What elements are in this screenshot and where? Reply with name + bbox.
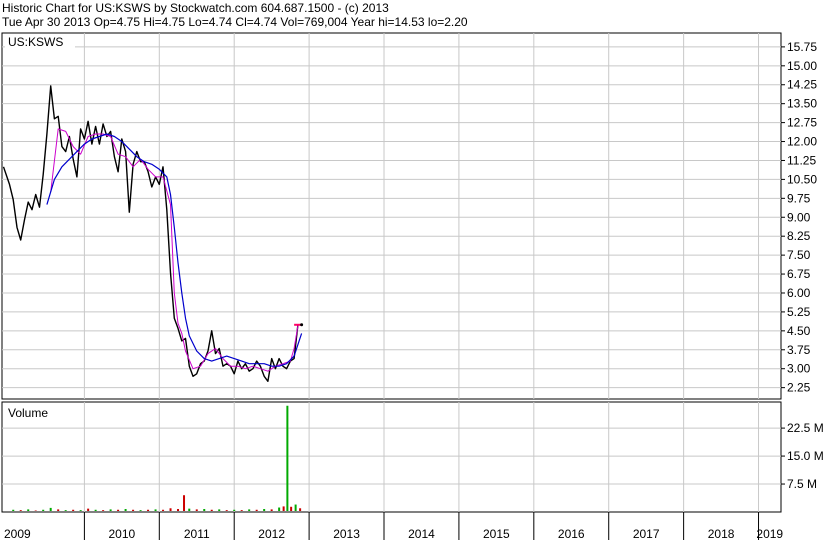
- y-tick-label: 11.25: [787, 153, 816, 167]
- x-tick-label: 2012: [258, 527, 285, 541]
- y-tick-label: 9.75: [787, 191, 811, 205]
- volume-tick-label: 15.0 M: [787, 449, 824, 463]
- y-tick-label: 9.00: [787, 210, 811, 224]
- price-panel-frame: [1, 32, 782, 400]
- volume-tick-label: 7.5 M: [787, 477, 817, 491]
- x-tick-label: 2016: [558, 527, 585, 541]
- y-tick-label: 3.75: [787, 343, 811, 357]
- y-tick-label: 8.25: [787, 229, 811, 243]
- y-tick-label: 10.50: [787, 172, 817, 186]
- y-tick-label: 6.75: [787, 267, 811, 281]
- y-tick-label: 12.00: [787, 135, 817, 149]
- y-tick-label: 15.00: [787, 59, 817, 73]
- y-tick-label: 6.00: [787, 286, 811, 300]
- x-tick-label: 2013: [333, 527, 360, 541]
- x-tick-label: 2009: [4, 527, 31, 541]
- volume-panel-frame: [1, 401, 782, 513]
- x-tick-label: 2019: [756, 527, 783, 541]
- x-tick-label: 2015: [483, 527, 510, 541]
- y-tick-label: 12.75: [787, 116, 817, 130]
- x-tick-label: 2011: [184, 527, 210, 541]
- x-tick-label: 2018: [708, 527, 735, 541]
- y-tick-label: 15.75: [787, 40, 817, 54]
- x-tick-label: 2014: [408, 527, 435, 541]
- x-tick-label: 2017: [633, 527, 660, 541]
- y-tick-label: 14.25: [787, 78, 817, 92]
- x-tick-labels: 2009 2010 2011 2012 2013 2014 2015 2016 2017 2018…: [4, 527, 783, 541]
- stock-chart: 2009 2010 2011 2012 2013 2014 2015 2016 2017 2018…: [1, 32, 824, 541]
- y-tick-label: 13.50: [787, 97, 817, 111]
- y-tick-label: 5.25: [787, 305, 811, 319]
- last-price-point: [300, 323, 304, 327]
- price-y-tick-labels: 15.75 15.00 14.25 13.50 12.75 12.00 11.25 10.50…: [787, 40, 817, 395]
- y-tick-label: 7.50: [787, 248, 811, 262]
- y-tick-label: 4.50: [787, 324, 811, 338]
- price-panel-label: US:KSWS: [8, 35, 63, 49]
- volume-tick-label: 22.5 M: [787, 421, 824, 435]
- volume-panel-label: Volume: [8, 406, 48, 420]
- y-tick-label: 3.00: [787, 362, 811, 376]
- x-tick-label: 2010: [108, 527, 135, 541]
- y-tick-label: 2.25: [787, 381, 811, 395]
